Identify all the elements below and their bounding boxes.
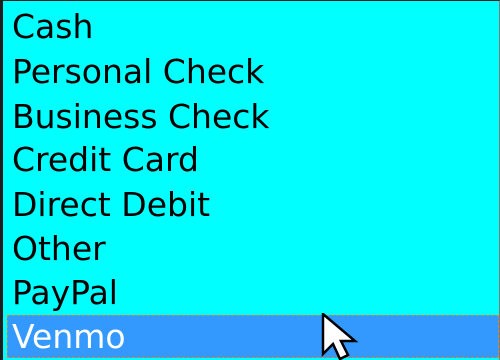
list-item-credit-card[interactable]: Credit Card xyxy=(12,138,492,181)
payment-method-listbox[interactable]: Cash Personal Check Business Check Credi… xyxy=(0,0,500,360)
arrow-pointer-icon xyxy=(321,313,359,360)
list-item-direct-debit[interactable]: Direct Debit xyxy=(12,183,492,226)
list-item-venmo-selected[interactable]: Venmo xyxy=(7,315,499,358)
list-item-paypal[interactable]: PayPal xyxy=(12,271,492,314)
list-item-business-check[interactable]: Business Check xyxy=(12,95,492,138)
list-item-cash[interactable]: Cash xyxy=(12,5,492,48)
list-item-personal-check[interactable]: Personal Check xyxy=(12,50,492,93)
list-item-other[interactable]: Other xyxy=(12,227,492,270)
